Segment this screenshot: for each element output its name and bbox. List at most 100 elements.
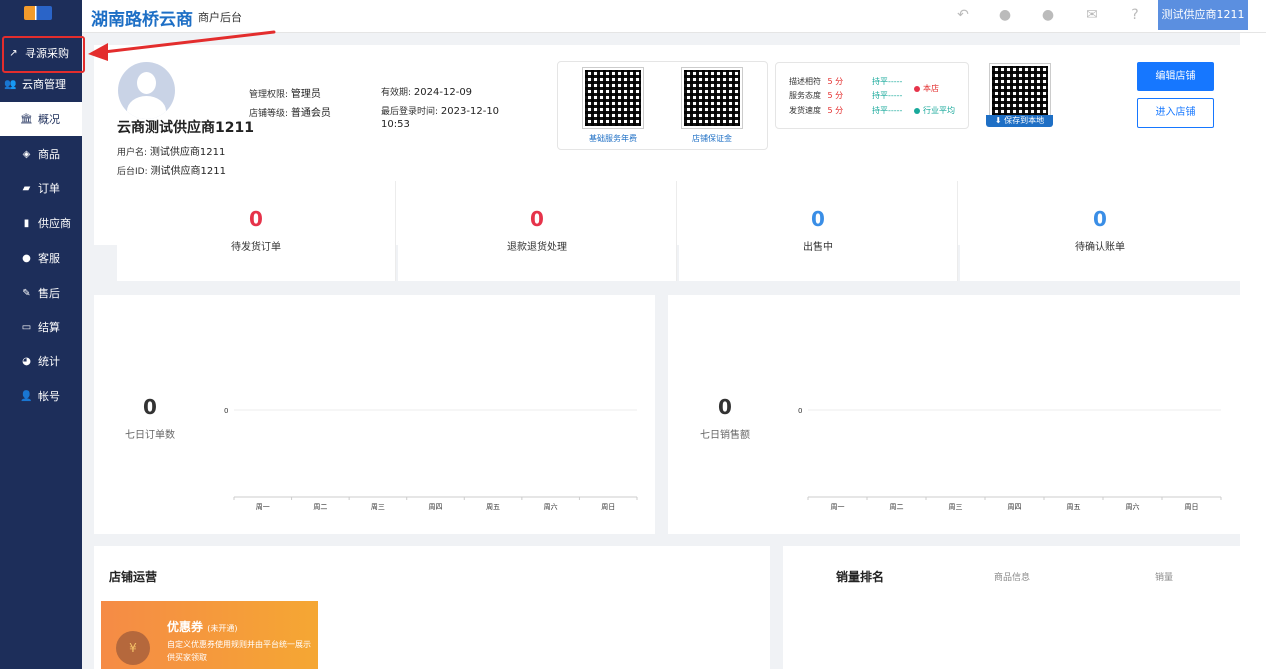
building-icon: ▮ xyxy=(23,217,30,229)
comments-icon: ● xyxy=(22,252,31,264)
valid-value: 2024-12-09 xyxy=(413,87,473,98)
comments-icon[interactable]: ● xyxy=(1039,6,1057,24)
sidebar-item-orders[interactable]: ▰ 订单 xyxy=(0,171,82,205)
stat-bills[interactable]: 0 待确认账单 xyxy=(960,181,1240,281)
x-tick-label: 周六 xyxy=(544,502,558,511)
x-tick-label: 周一 xyxy=(831,503,845,511)
score-row: 发货速度 5 分 xyxy=(789,106,844,115)
last-login-time: 10:53 xyxy=(381,119,410,130)
orders-total: 0 xyxy=(143,395,157,419)
last-login-row: 最后登录时间: 2023-12-10 xyxy=(381,106,500,117)
sales-ranking-panel: 销量排名 商品信息 销量 xyxy=(783,546,1240,669)
sidebar: ↗ 寻源采购 👥 云商管理 🏛 概况 ◈ 商品 ▰ 订单 ▮ 供应商 ● 客服 … xyxy=(0,0,85,669)
mail-icon[interactable]: ✉ xyxy=(1083,6,1101,24)
x-tick-label: 周六 xyxy=(1126,502,1140,511)
ranking-col-product: 商品信息 xyxy=(994,573,1031,583)
sidebar-item-overview[interactable]: 🏛 概况 xyxy=(0,102,82,136)
annual-fee-label[interactable]: 基础服务年费 xyxy=(573,133,653,144)
coupon-title: 优惠券 (未开通) xyxy=(167,620,238,634)
permission-value: 管理员 xyxy=(290,89,321,100)
score-row: 描述相符 5 分 xyxy=(789,77,844,86)
users-icon: 👥 xyxy=(4,78,17,90)
sidebar-item-suppliers[interactable]: ▮ 供应商 xyxy=(0,206,82,240)
reply-icon[interactable]: ↶ xyxy=(954,6,972,24)
annotation-arrow xyxy=(88,30,276,61)
pie-chart-icon: ◕ xyxy=(22,355,31,367)
x-tick-label: 周五 xyxy=(1067,503,1081,511)
credit-card-icon: ▭ xyxy=(21,321,32,333)
x-tick-label: 周四 xyxy=(1008,503,1022,511)
legend-industry: 行业平均 xyxy=(914,105,955,116)
logo[interactable] xyxy=(24,6,52,20)
avatar xyxy=(118,62,175,119)
x-tick-label: 周三 xyxy=(949,503,963,511)
edit-store-button[interactable]: 编辑店铺 xyxy=(1137,62,1214,91)
sales-chart: 0 周一 周二 周三 周四 周五 周六 周日 xyxy=(798,407,1222,511)
annual-fee-qr-code[interactable] xyxy=(582,67,644,129)
username-value: 测试供应商1211 xyxy=(149,147,226,158)
sidebar-item-after-sales[interactable]: ✎ 售后 xyxy=(0,276,82,310)
sidebar-item-label: 供应商 xyxy=(38,217,71,230)
deposit-qr-code[interactable] xyxy=(681,67,743,129)
x-tick-label: 周三 xyxy=(371,503,385,511)
user-name: 测试供应商1211 xyxy=(1161,8,1245,21)
sidebar-item-statistics[interactable]: ◕ 统计 xyxy=(0,344,82,378)
sidebar-item-label: 帐号 xyxy=(38,390,60,403)
stat-pending-shipment[interactable]: 0 待发货订单 xyxy=(117,181,396,281)
orders-total-label: 七日订单数 xyxy=(125,430,175,441)
ranking-title: 销量排名 xyxy=(836,570,885,584)
cube-icon: ◈ xyxy=(22,148,31,160)
sidebar-item-label: 概况 xyxy=(38,113,60,126)
x-tick-label: 周二 xyxy=(890,503,904,511)
coupon-description: 自定义优惠券使用规则并由平台统一展示供买家领取 xyxy=(167,640,311,662)
orders-chart: 0 周一 周二 周三 周四 周五 周六 周日 xyxy=(224,407,638,511)
x-tick-label: 周四 xyxy=(429,503,443,511)
bank-icon: 🏛 xyxy=(20,113,33,125)
score-compare: 持平----- xyxy=(872,106,903,115)
user-group-icon: 👤 xyxy=(20,390,33,402)
admin-id-value: 测试供应商1211 xyxy=(150,166,226,177)
admin-id-row: 后台ID: 测试供应商1211 xyxy=(117,166,226,177)
username-row: 用户名: 测试供应商1211 xyxy=(117,147,226,158)
x-tick-label: 周日 xyxy=(601,503,615,511)
sidebar-item-label: 结算 xyxy=(38,321,60,334)
stat-on-sale[interactable]: 0 出售中 xyxy=(679,181,958,281)
comment-icon[interactable]: ● xyxy=(996,6,1014,24)
brand-title: 湖南路桥云商 xyxy=(91,10,193,30)
y-tick-label: 0 xyxy=(798,407,802,415)
ranking-col-sales: 销量 xyxy=(1155,573,1174,583)
coupon-icon: ¥ xyxy=(116,631,150,665)
sidebar-item-settlement[interactable]: ▭ 结算 xyxy=(0,310,82,344)
score-compare: 持平----- xyxy=(872,91,903,100)
score-box: 描述相符 5 分 持平----- 服务态度 5 分 持平----- 发货速度 5… xyxy=(775,62,969,129)
y-tick-label: 0 xyxy=(224,407,228,415)
download-icon: ⬇ xyxy=(994,116,1002,125)
valid-row: 有效期: 2024-12-09 xyxy=(381,87,473,98)
level-value: 普通会员 xyxy=(290,108,331,119)
sidebar-item-label: 统计 xyxy=(38,355,60,368)
sidebar-item-cloud-management[interactable]: 👥 云商管理 xyxy=(0,67,82,101)
stat-refund[interactable]: 0 退款退货处理 xyxy=(398,181,677,281)
sales-chart-panel: 0 七日销售额 0 周一 周二 周三 周四 周五 周六 周日 xyxy=(668,295,1240,534)
save-local-button[interactable]: ⬇ 保存到本地 xyxy=(986,115,1053,127)
last-login-date: 2023-12-10 xyxy=(440,106,500,117)
sidebar-item-goods[interactable]: ◈ 商品 xyxy=(0,137,82,171)
score-row: 服务态度 5 分 xyxy=(789,91,844,100)
permission-row: 管理权限: 管理员 xyxy=(249,89,321,100)
x-tick-label: 周日 xyxy=(1185,503,1199,511)
sidebar-item-label: 订单 xyxy=(38,182,60,195)
enter-store-button[interactable]: 进入店铺 xyxy=(1137,98,1214,128)
x-tick-label: 周五 xyxy=(486,503,500,511)
brand-subtitle: 商户后台 xyxy=(198,11,242,24)
sidebar-item-label: 云商管理 xyxy=(22,78,66,91)
sidebar-item-customer-service[interactable]: ● 客服 xyxy=(0,241,82,275)
user-menu[interactable]: 测试供应商1211 xyxy=(1158,0,1248,30)
help-icon[interactable]: ? xyxy=(1126,6,1144,24)
level-row: 店铺等级: 普通会员 xyxy=(249,108,331,119)
legend-store: 本店 xyxy=(914,83,939,94)
book-icon: ▰ xyxy=(22,182,31,194)
sidebar-item-account[interactable]: 👤 帐号 xyxy=(0,379,82,413)
red-dot-icon xyxy=(914,85,920,92)
coupon-card[interactable]: ¥ 优惠券 (未开通) 自定义优惠券使用规则并由平台统一展示供买家领取 xyxy=(101,601,318,669)
deposit-label[interactable]: 店铺保证金 xyxy=(672,133,752,144)
